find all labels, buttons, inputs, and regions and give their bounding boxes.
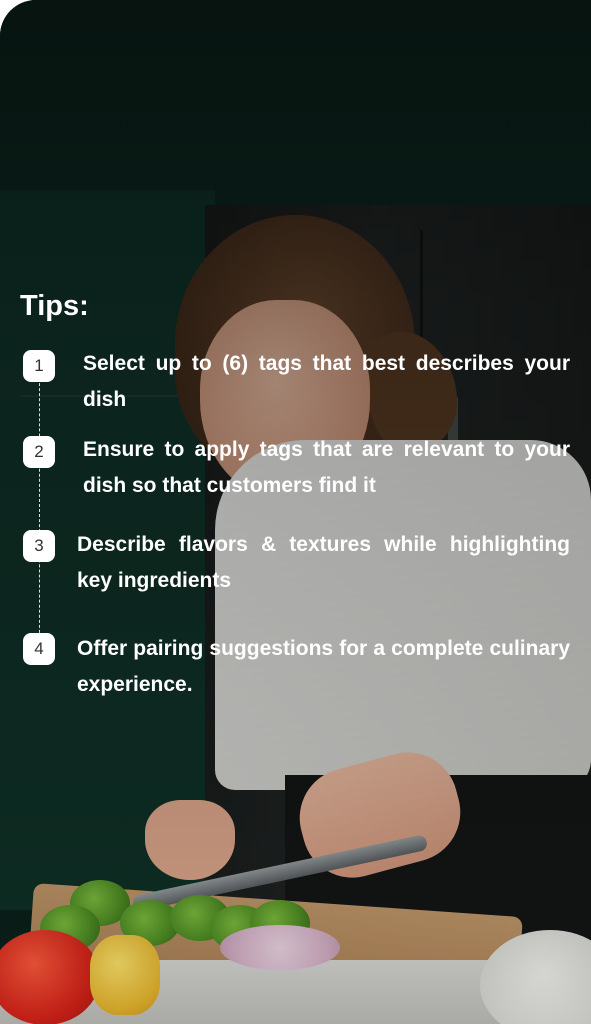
- step-text: Describe flavors & textures while highli…: [77, 533, 570, 592]
- step-number-badge: 3: [23, 530, 55, 562]
- background-photo: [0, 0, 591, 1024]
- step-text: Offer pairing suggestions for a complete…: [77, 637, 570, 696]
- step-text: Select up to (6) tags that best describe…: [83, 352, 570, 411]
- step-number-badge: 4: [23, 633, 55, 665]
- step-number-badge: 1: [23, 350, 55, 382]
- timeline-dashed-line: [39, 368, 40, 648]
- tips-card: Tips: 1 Select up to (6) tags that best …: [0, 0, 591, 1024]
- step-text: Ensure to apply tags that are relevant t…: [83, 438, 570, 497]
- tips-title: Tips:: [20, 290, 89, 322]
- tips-section: Tips: 1 Select up to (6) tags that best …: [20, 288, 570, 696]
- step-number-badge: 2: [23, 436, 55, 468]
